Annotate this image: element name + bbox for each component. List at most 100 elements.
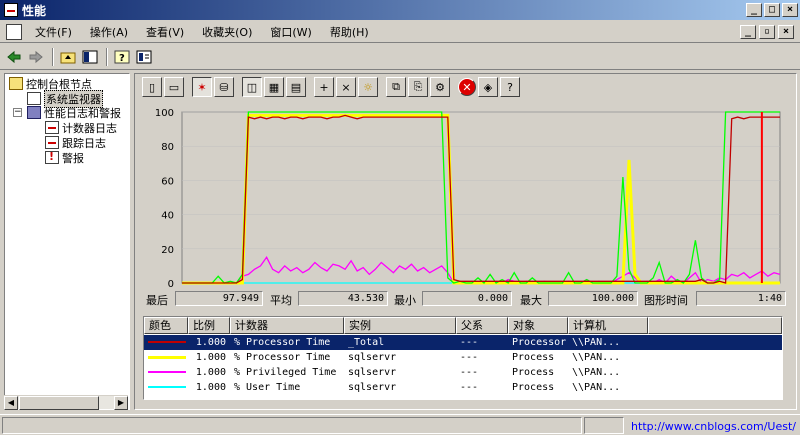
legend-color-swatch (148, 341, 186, 343)
tree-expander[interactable]: − (13, 108, 22, 117)
average-label: 平均 (270, 294, 292, 307)
monitor-icon (27, 92, 41, 105)
view-current-activity-icon[interactable]: ✶ (192, 77, 212, 97)
legend-cell-scale: 1.000 (195, 337, 226, 348)
view-histogram-icon[interactable]: ▦ (264, 77, 284, 97)
legend-cell-object: Process (512, 367, 555, 378)
svg-text:?: ? (119, 53, 125, 64)
highlight-icon[interactable]: ☼ (358, 77, 378, 97)
alert-icon (45, 150, 59, 164)
show-hide-tree-icon[interactable] (80, 47, 100, 67)
menu-favorites[interactable]: 收藏夹(O) (193, 24, 261, 40)
tree-item-alerts[interactable]: 警报 (45, 150, 84, 165)
freeze-display-icon[interactable]: ✕ (458, 78, 476, 96)
performance-app-icon[interactable] (4, 3, 18, 17)
menu-file[interactable]: 文件(F) (26, 24, 81, 40)
legend-cell-parent: --- (460, 337, 479, 348)
mdi-close-button[interactable]: × (778, 24, 794, 39)
close-button[interactable]: × (782, 3, 798, 17)
copy-properties-icon[interactable]: ⧉ (386, 77, 406, 97)
column-instance[interactable]: 实例 (344, 317, 456, 334)
update-data-icon[interactable]: ◈ (478, 77, 498, 97)
scroll-thumb[interactable] (19, 396, 99, 410)
average-value: 43.530 (298, 291, 388, 306)
help-icon[interactable]: ? (500, 77, 520, 97)
new-counter-set-icon[interactable]: ▯ (142, 77, 162, 97)
legend-cell-computer: \\PAN... (572, 382, 621, 393)
y-tick-label: 60 (161, 176, 174, 187)
properties-icon[interactable] (134, 47, 154, 67)
tree-item-counter-logs[interactable]: 计数器日志 (45, 120, 117, 135)
tree-horizontal-scrollbar[interactable]: ◀ ▶ (4, 395, 128, 410)
tree-item-perf-logs-alerts[interactable]: 性能日志和警报 (27, 105, 121, 120)
y-tick-label: 80 (161, 142, 174, 153)
column-parent[interactable]: 父系 (456, 317, 508, 334)
chart-plot-area (181, 111, 781, 284)
column-object[interactable]: 对象 (508, 317, 568, 334)
tree-item-trace-logs[interactable]: 跟踪日志 (45, 135, 106, 150)
counter-legend[interactable]: 颜色 比例 计数器 实例 父系 对象 计算机 1.000 % Processor … (143, 316, 783, 400)
view-graph-icon[interactable]: ◫ (242, 77, 262, 97)
legend-cell-counter: % Processor Time (234, 337, 331, 348)
maximum-value: 100.000 (548, 291, 638, 306)
last-value: 97.949 (175, 291, 263, 306)
delete-counter-icon[interactable]: × (336, 77, 356, 97)
legend-cell-scale: 1.000 (195, 382, 226, 393)
graph-time-value: 1:40 (696, 291, 786, 306)
legend-row[interactable]: 1.000 % Processor Time _Total --- Processor \… (144, 335, 782, 350)
status-bar: http://www.cnblogs.com/Uest/ (0, 414, 800, 435)
tree-item-label: 跟踪日志 (62, 136, 106, 150)
paste-counter-list-icon[interactable]: ⎘ (408, 77, 428, 97)
mdi-restore-button[interactable]: ▫ (759, 24, 775, 39)
last-label: 最后 (146, 294, 168, 307)
column-filler (648, 317, 782, 334)
legend-row[interactable]: 1.000 % Processor Time sqlservr --- Process \… (144, 350, 782, 365)
column-computer[interactable]: 计算机 (568, 317, 648, 334)
up-folder-icon[interactable] (58, 47, 78, 67)
properties-icon[interactable]: ⚙ (430, 77, 450, 97)
scroll-left-arrow-icon[interactable]: ◀ (4, 396, 18, 410)
menu-view[interactable]: 查看(V) (137, 24, 193, 40)
y-tick-label: 0 (168, 279, 174, 288)
title-bar[interactable]: 性能 _ □ × (0, 0, 800, 20)
legend-cell-computer: \\PAN... (572, 367, 621, 378)
legend-cell-counter: % User Time (234, 382, 301, 393)
system-monitor-toolbar: ▯ ▭ ✶ ⛁ ◫ ▦ ▤ + × ☼ ⧉ ⎘ ⚙ ✕ ◈? (142, 76, 522, 98)
add-counter-icon[interactable]: + (314, 77, 334, 97)
menu-window[interactable]: 窗口(W) (261, 24, 320, 40)
forward-arrow-icon[interactable] (26, 47, 46, 67)
legend-cell-parent: --- (460, 352, 479, 363)
legend-cell-instance: sqlservr (348, 352, 397, 363)
y-tick-label: 40 (161, 211, 174, 222)
mdi-minimize-button[interactable]: _ (740, 24, 756, 39)
scroll-right-arrow-icon[interactable]: ▶ (114, 396, 128, 410)
legend-cell-instance: _Total (348, 337, 385, 348)
menu-help[interactable]: 帮助(H) (321, 24, 378, 40)
column-counter[interactable]: 计数器 (230, 317, 344, 334)
column-scale[interactable]: 比例 (188, 317, 230, 334)
legend-color-swatch (148, 386, 186, 388)
view-log-data-icon[interactable]: ⛁ (214, 77, 234, 97)
console-tree[interactable]: 控制台根节点 系统监视器 − 性能日志和警报 计数器日志 跟踪日志 警报 (4, 73, 130, 410)
y-tick-label: 20 (161, 245, 174, 256)
help-icon[interactable]: ? (112, 47, 132, 67)
window-title: 性能 (22, 3, 47, 18)
document-icon[interactable] (6, 23, 22, 40)
legend-row[interactable]: 1.000 % User Time sqlservr --- Process \\PAN.… (144, 380, 782, 395)
watermark-url: http://www.cnblogs.com/Uest/ (631, 420, 796, 433)
clear-display-icon[interactable]: ▭ (164, 77, 184, 97)
back-arrow-icon[interactable] (4, 47, 24, 67)
column-color[interactable]: 颜色 (144, 317, 188, 334)
trace-log-icon (45, 136, 59, 149)
legend-header: 颜色 比例 计数器 实例 父系 对象 计算机 (144, 317, 782, 334)
maximize-button[interactable]: □ (764, 3, 780, 17)
maximum-label: 最大 (520, 294, 542, 307)
legend-row[interactable]: 1.000 % Privileged Time sqlservr --- Process… (144, 365, 782, 380)
performance-chart[interactable]: 100 80 60 40 20 0 (140, 100, 786, 288)
legend-color-swatch (148, 371, 186, 373)
y-tick-label: 100 (155, 108, 174, 119)
minimize-button[interactable]: _ (746, 3, 762, 17)
view-report-icon[interactable]: ▤ (286, 77, 306, 97)
legend-cell-scale: 1.000 (195, 352, 226, 363)
menu-action[interactable]: 操作(A) (81, 24, 137, 40)
